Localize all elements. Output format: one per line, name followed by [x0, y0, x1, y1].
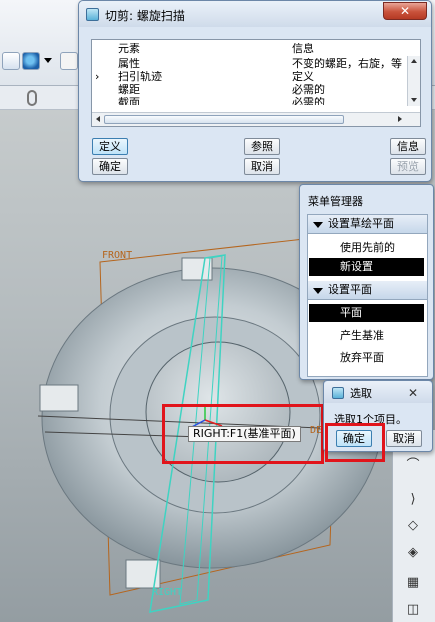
menu-section-header[interactable]: 设置平面 — [308, 281, 427, 300]
row-marker: › — [95, 71, 100, 82]
menu-item-use-previous[interactable]: 使用先前的 — [309, 239, 424, 257]
menu-panel: 设置草绘平面 使用先前的 新设置 设置平面 平面 产生基准 放弃平面 — [307, 214, 428, 377]
row-element: 扫引轨迹 — [118, 71, 162, 82]
row-element: 螺距 — [118, 84, 140, 95]
cancel-button[interactable]: 取消 — [244, 158, 280, 175]
define-button[interactable]: 定义 — [92, 138, 128, 155]
select-dialog-title: 选取 — [350, 387, 372, 400]
scroll-down-icon[interactable] — [411, 98, 417, 102]
row-info: 必需的 — [292, 97, 325, 105]
close-icon[interactable]: ✕ — [383, 2, 427, 20]
reference-button[interactable]: 参照 — [244, 138, 280, 155]
sweep-dialog: 切剪: 螺旋扫描 ✕ 元素 信息 属性 不变的螺距，右旋，等 › 扫引轨迹 定义… — [78, 0, 432, 182]
coordinate-system-icon[interactable]: ◈ — [405, 545, 421, 561]
right-datum-label: RIGHT — [152, 587, 183, 598]
tooltip-highlight — [162, 404, 324, 464]
ok-button[interactable]: 确定 — [92, 158, 128, 175]
column-header-element: 元素 — [118, 43, 140, 54]
select-cancel-button[interactable]: 取消 — [386, 430, 422, 447]
select-dialog-titlebar[interactable]: 选取 ✕ — [324, 381, 432, 403]
row-info: 必需的 — [292, 84, 325, 95]
menu-item-quit-plane[interactable]: 放弃平面 — [309, 349, 424, 367]
dialog-icon — [86, 8, 99, 21]
column-header-info: 信息 — [292, 43, 314, 54]
element-list[interactable]: 元素 信息 属性 不变的螺距，右旋，等 › 扫引轨迹 定义 螺距 必需的 截面 … — [91, 39, 421, 127]
menu-manager-title: 菜单管理器 — [308, 195, 363, 208]
menu-item-new-setup[interactable]: 新设置 — [309, 258, 424, 276]
info-button[interactable]: 信息 — [390, 138, 426, 155]
vertical-scrollbar[interactable] — [407, 56, 420, 106]
datum-point-icon[interactable]: ◇ — [405, 518, 421, 534]
sweep-dialog-title: 切剪: 螺旋扫描 — [105, 9, 185, 23]
datum-plane-icon[interactable]: ⌒ — [405, 458, 421, 474]
menu-item-plane[interactable]: 平面 — [309, 304, 424, 322]
analysis-icon[interactable]: ◫ — [405, 602, 421, 618]
nut-slot-left — [39, 384, 79, 412]
scroll-up-icon[interactable] — [411, 59, 417, 63]
menu-section-label: 设置草绘平面 — [328, 217, 394, 230]
row-marker — [95, 97, 105, 105]
menu-section-header[interactable]: 设置草绘平面 — [308, 215, 427, 234]
menu-section-label: 设置平面 — [328, 283, 372, 296]
chevron-down-icon — [313, 288, 323, 294]
horizontal-scrollbar[interactable] — [92, 112, 420, 126]
grid-icon[interactable]: ▦ — [405, 575, 421, 591]
menu-manager: 菜单管理器 设置草绘平面 使用先前的 新设置 设置平面 平面 产生基准 放弃平面 — [299, 184, 434, 380]
ok-highlight — [325, 423, 385, 462]
sweep-dialog-titlebar[interactable]: 切剪: 螺旋扫描 ✕ — [79, 1, 431, 27]
right-icon-column: ⌒ ⟩ ◇ ◈ ▦ ◫ — [392, 430, 435, 622]
menu-item-make-datum[interactable]: 产生基准 — [309, 327, 424, 345]
dialog-icon — [332, 387, 344, 399]
nut-slot-top — [181, 257, 213, 281]
chevron-down-icon — [313, 222, 323, 228]
scroll-right-icon[interactable] — [398, 116, 402, 122]
scroll-thumb[interactable] — [104, 115, 344, 124]
row-element: 属性 — [118, 58, 140, 69]
preview-button[interactable]: 预览 — [390, 158, 426, 175]
front-datum-label: FRONT — [102, 250, 133, 261]
row-element: 截面 — [118, 97, 140, 105]
row-info: 定义 — [292, 71, 314, 82]
datum-axis-icon[interactable]: ⟩ — [405, 492, 421, 508]
scroll-left-icon[interactable] — [96, 116, 100, 122]
row-info: 不变的螺距，右旋，等 — [292, 58, 402, 69]
close-icon[interactable]: ✕ — [400, 385, 426, 401]
